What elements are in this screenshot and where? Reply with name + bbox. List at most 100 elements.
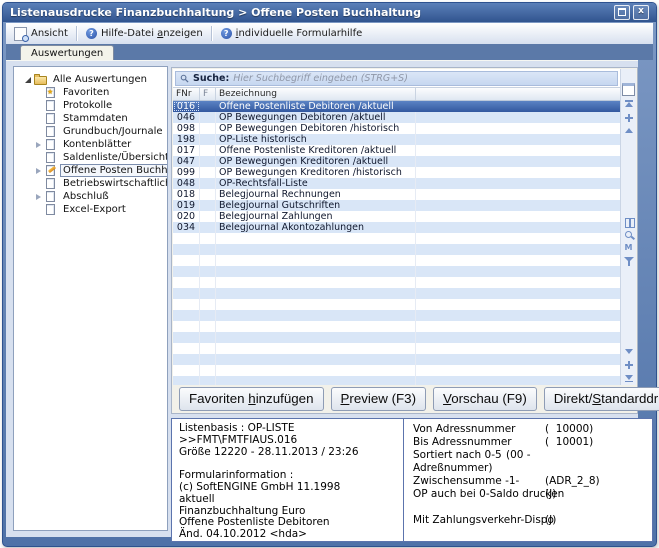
sidebar-item-kontenbl-tter[interactable]: Kontenblätter — [14, 138, 167, 151]
sidebar-item-betriebswirtschaftliche-auswertungen[interactable]: Betriebswirtschaftliche Auswertungen — [14, 177, 167, 190]
column-chooser-icon[interactable] — [622, 83, 635, 96]
sidebar-item-protokolle[interactable]: Protokolle — [14, 99, 167, 112]
bezeichnung-cell — [216, 343, 416, 354]
tree-item-label: Alle Auswertungen — [50, 73, 150, 86]
column-header-empty[interactable] — [416, 88, 620, 100]
bezeichnung-cell: Belegjournal Rechnungen — [216, 189, 416, 200]
table-row[interactable]: 048OP-Rechtsfall-Liste — [173, 178, 620, 189]
doc-edit-icon — [44, 165, 56, 176]
sidebar-item-excel-export[interactable]: Excel-Export — [14, 203, 167, 216]
search-label: Suche: — [193, 73, 229, 84]
sum-icon[interactable]: M — [623, 243, 634, 252]
column-header-fnr[interactable]: FNr — [173, 88, 200, 100]
toolbar-item-hilfe-datei-anzeigen[interactable]: ?Hilfe-Datei anzeigen — [78, 25, 211, 42]
preview-button[interactable]: Preview (F3) — [331, 387, 427, 411]
flag-cell — [200, 310, 216, 321]
fnr-cell — [173, 277, 200, 288]
search-icon — [180, 74, 189, 83]
table-row[interactable]: 046OP Bewegungen Debitoren /aktuell — [173, 112, 620, 123]
sidebar-item-abschlu-[interactable]: Abschluß — [14, 190, 167, 203]
table-row[interactable]: 198OP-Liste historisch — [173, 134, 620, 145]
flag-cell — [200, 222, 216, 233]
empty-cell — [416, 222, 620, 233]
scroll-up-icon[interactable] — [623, 126, 634, 135]
parameter-label: Sortiert nach 0-5 — [413, 449, 502, 461]
search-placeholder: Hier Suchbegriff eingeben (STRG+S) — [233, 73, 408, 84]
close-button[interactable]: x — [633, 5, 649, 20]
table-row[interactable]: 016Offene Postenliste Debitoren /aktuell — [173, 101, 620, 112]
columns-icon[interactable] — [623, 217, 634, 226]
empty-cell — [416, 211, 620, 222]
flag-cell — [200, 233, 216, 244]
flag-cell — [200, 332, 216, 343]
toolbar-item-ansicht[interactable]: Ansicht — [6, 25, 76, 42]
parameter-row: Zwischensumme -1-(ADR_2_8) — [413, 475, 646, 488]
table-row[interactable]: 099OP Bewegungen Kreditoren /historisch — [173, 167, 620, 178]
flag-cell — [200, 277, 216, 288]
fnr-cell — [173, 255, 200, 266]
table-row[interactable]: 020Belegjournal Zahlungen — [173, 211, 620, 222]
vorschau-button[interactable]: Vorschau (F9) — [433, 387, 537, 411]
bezeichnung-cell — [216, 255, 416, 266]
flag-cell — [200, 167, 216, 178]
help-icon: ? — [221, 28, 232, 39]
content-area: Alle Auswertungen★FavoritenProtokolleSta… — [6, 60, 638, 537]
doc-icon — [44, 191, 56, 202]
sidebar-item-saldenliste-bersicht[interactable]: Saldenliste/Übersicht — [14, 151, 167, 164]
table-row[interactable]: 018Belegjournal Rechnungen — [173, 189, 620, 200]
fnr-cell: 034 — [173, 222, 200, 233]
fnr-cell — [173, 321, 200, 332]
favoriten-hinzufuegen-button[interactable]: Favoriten hinzufügen — [179, 387, 324, 411]
expander-collapsed-icon[interactable] — [34, 141, 42, 149]
form-info-panel: Listenbasis : OP-LISTE>>FMT\FMTFIAUS.016… — [171, 418, 427, 542]
expander-collapsed-icon[interactable] — [34, 167, 42, 175]
table-row-empty — [173, 288, 620, 299]
empty-cell — [416, 156, 620, 167]
table-row[interactable]: 019Belegjournal Gutschriften — [173, 200, 620, 211]
tab-auswertungen[interactable]: Auswertungen — [20, 45, 114, 60]
scroll-down-icon[interactable] — [623, 347, 634, 356]
flag-cell — [200, 112, 216, 123]
bezeichnung-cell — [216, 332, 416, 343]
locate-plus-bottom-icon[interactable] — [623, 360, 634, 369]
scroll-bottom-icon[interactable] — [623, 373, 634, 382]
sidebar-item-offene-posten-buchhaltung[interactable]: Offene Posten Buchhaltung — [14, 164, 167, 177]
grid-area: Suche: Hier Suchbegriff eingeben (STRG+S… — [173, 69, 636, 385]
column-header-f[interactable]: F — [200, 88, 216, 100]
table-row[interactable]: 034Belegjournal Akontozahlungen — [173, 222, 620, 233]
toolbar-item-individuelle-formularhilfe[interactable]: ?individuelle Formularhilfe — [213, 25, 371, 42]
sidebar-item-stammdaten[interactable]: Stammdaten — [14, 112, 167, 125]
restore-button[interactable] — [614, 5, 630, 20]
bezeichnung-cell: Belegjournal Zahlungen — [216, 211, 416, 222]
sidebar-item-alle-auswertungen[interactable]: Alle Auswertungen — [14, 73, 167, 86]
expander-collapsed-icon[interactable] — [34, 193, 42, 201]
column-header-bezeichnung[interactable]: Bezeichnung — [216, 88, 416, 100]
table-row-empty — [173, 277, 620, 288]
fnr-cell — [173, 365, 200, 376]
search-tool-icon[interactable] — [623, 230, 634, 239]
empty-cell — [416, 244, 620, 255]
table-row-empty — [173, 310, 620, 321]
search-input[interactable]: Suche: Hier Suchbegriff eingeben (STRG+S… — [175, 71, 618, 86]
empty-cell — [416, 112, 620, 123]
flag-cell — [200, 288, 216, 299]
filter-icon[interactable] — [623, 256, 634, 265]
doc-icon — [44, 204, 56, 215]
table-row[interactable]: 098OP Bewegungen Debitoren /historisch — [173, 123, 620, 134]
expander-expanded-icon[interactable] — [24, 76, 32, 84]
fnr-cell — [173, 332, 200, 343]
button-row: Favoriten hinzufügen Preview (F3)Vorschau… — [173, 385, 636, 412]
empty-cell — [416, 365, 620, 376]
scroll-top-icon[interactable] — [623, 100, 634, 109]
table-row[interactable]: 047OP Bewegungen Kreditoren /aktuell — [173, 156, 620, 167]
table-row-empty — [173, 332, 620, 343]
toolbar-item-label: Hilfe-Datei anzeigen — [101, 28, 203, 39]
table-row[interactable]: 017Offene Postenliste Kreditoren /aktuel… — [173, 145, 620, 156]
locate-plus-icon[interactable] — [623, 113, 634, 122]
parameter-label: Zwischensumme -1- — [413, 475, 519, 487]
sidebar-item-grundbuch-journale[interactable]: Grundbuch/Journale — [14, 125, 167, 138]
table-row-empty — [173, 343, 620, 354]
sidebar-item-favoriten[interactable]: ★Favoriten — [14, 86, 167, 99]
direkt-standarddrucker-button[interactable]: Direkt/Standarddrucker (F4) — [544, 387, 659, 411]
empty-cell — [416, 354, 620, 365]
